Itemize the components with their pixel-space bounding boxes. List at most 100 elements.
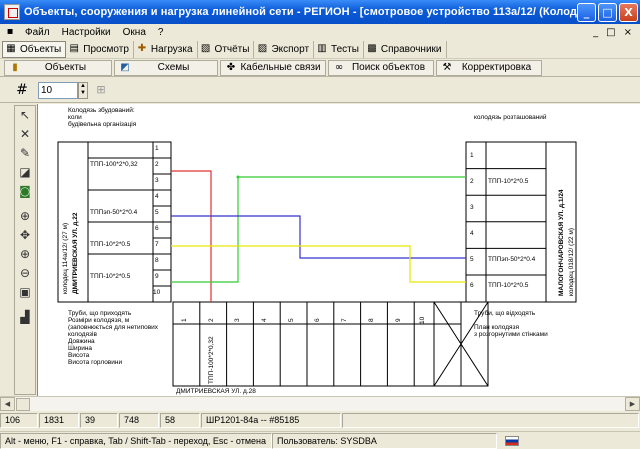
hammer-icon: ⚒ <box>442 61 452 73</box>
tb-export-button[interactable]: ▨ Экспорт <box>254 40 315 58</box>
coord-1: 106 <box>0 413 38 428</box>
bottom-num-2: 2 <box>208 318 215 322</box>
reference-icon: ▩ <box>367 43 377 54</box>
zoom-input[interactable]: 10 <box>38 81 78 99</box>
section-correction-label: Корректировка <box>461 62 532 73</box>
fit-icon[interactable]: ⊞ <box>94 83 108 97</box>
status-user: Пользователь: SYSDBA <box>272 432 497 449</box>
right-num-4: 4 <box>470 230 474 237</box>
objects-icon: ▮ <box>12 61 18 73</box>
bottom-left-2: Розміри колодязя, м <box>68 317 130 324</box>
bottom-num-1: 1 <box>181 318 188 322</box>
mdi-close-button[interactable]: × <box>624 27 632 38</box>
schemes-icon: ◩ <box>120 61 130 73</box>
coord-5: 58 <box>160 413 200 428</box>
left-num-6: 6 <box>155 225 159 232</box>
menu-help[interactable]: ? <box>152 27 170 38</box>
scroll-thumb[interactable] <box>16 398 30 411</box>
cross-icon[interactable]: ✕ <box>15 125 35 144</box>
zoom-area-icon[interactable]: ⊕ <box>15 207 35 226</box>
menu-file[interactable]: Файл <box>19 27 56 38</box>
left-cable-4: ТПП-10*2*0.5 <box>90 273 131 280</box>
draw-icon[interactable]: ◪ <box>15 163 35 182</box>
tb-reference-label: Справочники <box>380 43 442 55</box>
view-icon: ▤ <box>69 43 79 54</box>
left-num-2: 2 <box>155 161 159 168</box>
zoom-in-icon[interactable]: ⊕ <box>15 245 35 264</box>
bottom-left-4: колодязів <box>68 331 97 338</box>
drawing-canvas[interactable]: Колодязь збудований: коли будівельна орг… <box>37 104 640 396</box>
document-icon: ▪ <box>6 26 14 37</box>
bottom-street: ДМИТРИЕВСКАЯ УЛ. д.28 <box>176 388 256 395</box>
tb-export-label: Экспорт <box>271 43 310 55</box>
scroll-right-icon[interactable]: ▶ <box>625 397 640 411</box>
coordinates-bar: 106 1831 39 748 58 ШР1201-84а -- #85185 <box>0 412 640 429</box>
status-hint: Alt - меню, F1 - справка, Tab / Shift-Ta… <box>0 432 272 449</box>
pan-icon[interactable]: ✥ <box>15 226 35 245</box>
title-bar: Объекты, сооружения и нагрузка линейной … <box>0 0 640 24</box>
tb-tests-button[interactable]: ▥ Тесты <box>314 40 364 58</box>
bottom-left-7: Висота <box>68 352 90 359</box>
zoom-toolbar: # 10 ▲ ▼ ⊞ <box>0 78 640 103</box>
main-toolbar: ▦ Объекты ▤ Просмотр ✚ Нагрузка ▧ Отчёты ▨ Эк… <box>0 40 640 59</box>
section-schemes-button[interactable]: ◩ Схемы <box>114 59 218 76</box>
right-well-label: колодец 018/12/ (22 м) <box>568 228 575 296</box>
zoom-spinner[interactable]: ▲ ▼ <box>78 81 88 99</box>
tb-load-label: Нагрузка <box>150 43 193 55</box>
bottom-left-8: Висота горловини <box>68 359 123 366</box>
section-cable-links-button[interactable]: ✤ Кабельные связи <box>220 59 326 76</box>
cable-links-icon: ✤ <box>226 61 236 73</box>
layer-icon[interactable]: ◙ <box>15 182 35 201</box>
language-flag-icon[interactable] <box>505 435 519 446</box>
export-icon: ▨ <box>257 43 268 54</box>
tb-reference-button[interactable]: ▩ Справочники <box>364 40 447 58</box>
scroll-track[interactable] <box>15 397 625 411</box>
menu-windows[interactable]: Окна <box>117 27 152 38</box>
scroll-left-icon[interactable]: ◀ <box>0 397 15 411</box>
pen-icon[interactable]: ✎ <box>15 144 35 163</box>
right-num-1: 1 <box>470 152 474 159</box>
section-correction-button[interactable]: ⚒ Корректировка <box>436 59 542 76</box>
horizontal-scrollbar[interactable]: ◀ ▶ <box>0 396 640 411</box>
maximize-button[interactable]: □ <box>598 2 617 22</box>
cable-scheme <box>57 141 577 387</box>
bottom-left-5: Довжина <box>68 338 95 345</box>
tb-view-button[interactable]: ▤ Просмотр <box>66 40 134 58</box>
right-cable-1: ТПП-10*2*0.5 <box>488 178 529 185</box>
left-num-7: 7 <box>155 241 159 248</box>
section-cable-links-label: Кабельные связи <box>240 62 321 73</box>
left-num-1: 1 <box>155 145 159 152</box>
left-cable-1: ТПП-100*2*0,32 <box>90 161 138 168</box>
right-num-6: 6 <box>470 282 474 289</box>
left-num-8: 8 <box>155 257 159 264</box>
mdi-restore-button[interactable]: □ <box>606 27 615 38</box>
tb-view-label: Просмотр <box>83 43 129 55</box>
label-located: колодязь розташований <box>474 114 547 121</box>
app-icon <box>4 4 20 20</box>
minimize-button[interactable]: _ <box>577 2 596 22</box>
bottom-num-10: 10 <box>419 316 426 324</box>
sections-toolbar: ▮ Объекты ◩ Схемы ✤ Кабельные связи ∞ Поиск … <box>0 59 640 77</box>
objects-icon: ▦ <box>6 43 16 54</box>
bottom-left-3: (заповнюється для нетипових <box>68 324 159 331</box>
bottom-num-8: 8 <box>368 318 375 322</box>
pointer-icon[interactable]: ↖ <box>15 106 35 125</box>
binoculars-icon: ∞ <box>334 61 344 73</box>
tb-load-button[interactable]: ✚ Нагрузка <box>134 40 198 58</box>
grid-icon[interactable]: # <box>14 82 30 98</box>
window-title: Объекты, сооружения и нагрузка линейной … <box>24 6 577 18</box>
bottom-right-3: з розгорнутими стінками <box>474 331 548 338</box>
chart-icon[interactable]: ▟ <box>15 308 35 327</box>
mdi-minimize-button[interactable]: _ <box>593 27 598 38</box>
right-cable-3: ТПП-10*2*0.5 <box>488 282 529 289</box>
close-button[interactable]: X <box>619 2 638 22</box>
menu-settings[interactable]: Настройки <box>56 27 117 38</box>
zoom-out-icon[interactable]: ⊖ <box>15 264 35 283</box>
right-cable-2: ТППэп-50*2*0.4 <box>488 256 536 263</box>
tb-objects-label: Объекты <box>20 43 62 55</box>
zoom-fit-icon[interactable]: ▣ <box>15 283 35 302</box>
section-objects-button[interactable]: ▮ Объекты <box>4 59 112 76</box>
section-search-button[interactable]: ∞ Поиск объектов <box>328 59 434 76</box>
tb-objects-button[interactable]: ▦ Объекты <box>2 40 67 58</box>
tb-reports-button[interactable]: ▧ Отчёты <box>198 40 255 58</box>
